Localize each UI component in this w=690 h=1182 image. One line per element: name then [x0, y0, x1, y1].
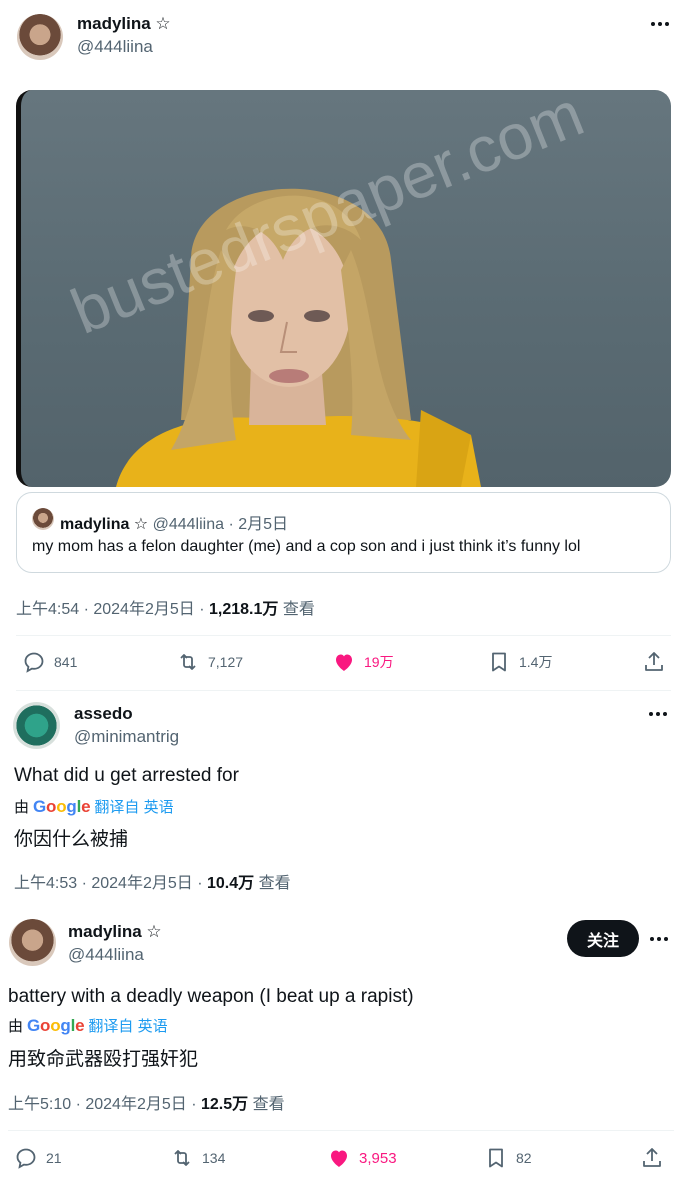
translated-by-label: 由: [14, 799, 30, 816]
share-icon: [643, 1148, 661, 1167]
avatar[interactable]: [13, 702, 60, 749]
more-icon[interactable]: [648, 12, 672, 36]
retweet-button[interactable]: 7,127: [176, 650, 243, 674]
bookmark-count: 82: [516, 1150, 532, 1166]
bookmark-button[interactable]: 1.4万: [487, 650, 552, 674]
author-name[interactable]: madylina ☆: [77, 14, 171, 34]
tweet-meta: 上午4:53 · 2024年2月5日 · 10.4万 查看: [14, 869, 291, 893]
google-logo: Google: [27, 1015, 85, 1035]
retweet-icon: [174, 1150, 190, 1166]
avatar: [32, 508, 54, 530]
share-icon: [645, 652, 663, 671]
views-label: 查看: [248, 1096, 285, 1113]
bookmark-icon: [489, 1148, 503, 1168]
view-count: 12.5万: [200, 1096, 249, 1113]
translation-text: 你因什么被捕: [14, 829, 129, 850]
like-count: 3,953: [359, 1149, 397, 1167]
follow-button[interactable]: 关注: [567, 920, 639, 957]
author-name[interactable]: assedo: [74, 704, 133, 724]
like-button[interactable]: 19万: [332, 650, 394, 674]
google-logo: Google: [33, 796, 91, 816]
avatar[interactable]: [9, 919, 56, 966]
more-icon[interactable]: [647, 927, 671, 951]
reply-icon: [16, 1148, 36, 1169]
like-icon: [331, 1150, 347, 1167]
tweet-timestamp[interactable]: 上午5:10 · 2024年2月5日 ·: [8, 1096, 201, 1113]
tweet-meta: 上午4:54 · 2024年2月5日 · 1,218.1万 查看: [16, 595, 315, 619]
author-name[interactable]: madylina ☆: [68, 922, 162, 942]
divider: [16, 690, 671, 691]
more-icon[interactable]: [646, 702, 670, 726]
like-count: 19万: [364, 654, 394, 670]
retweet-icon: [180, 654, 196, 670]
translation-text: 用致命武器殴打强奸犯: [8, 1049, 199, 1070]
quote-text: my mom has a felon daughter (me) and a c…: [32, 538, 581, 555]
translation-attribution: 由 Google 翻译自 英语: [8, 1015, 168, 1036]
quote-date: · 2月5日: [228, 516, 289, 533]
reply-count: 841: [54, 654, 78, 670]
author-handle[interactable]: @444liina: [68, 945, 144, 965]
author-handle[interactable]: @minimantrig: [74, 727, 179, 747]
retweet-count: 134: [202, 1150, 226, 1166]
view-count: 1,218.1万: [208, 601, 279, 618]
tweet-meta: 上午5:10 · 2024年2月5日 · 12.5万 查看: [8, 1090, 285, 1114]
tweet-timestamp[interactable]: 上午4:53 · 2024年2月5日 ·: [14, 875, 207, 892]
reply-text: battery with a deadly weapon (I beat up …: [8, 986, 414, 1007]
share-button[interactable]: [642, 650, 666, 674]
like-button[interactable]: 3,953: [327, 1146, 397, 1170]
like-icon: [336, 654, 352, 671]
bookmark-count: 1.4万: [519, 654, 553, 670]
translate-link[interactable]: 翻译自 英语: [94, 796, 173, 817]
retweet-count: 7,127: [208, 654, 244, 670]
share-button[interactable]: [640, 1146, 664, 1170]
author-handle[interactable]: @444liina: [77, 37, 153, 57]
tweet-timestamp[interactable]: 上午4:54 · 2024年2月5日 ·: [16, 601, 209, 618]
bookmark-icon: [492, 652, 506, 672]
bookmark-button[interactable]: 82: [484, 1146, 532, 1170]
reply-text: What did u get arrested for: [14, 765, 239, 786]
quote-author-name: madylina ☆: [60, 516, 149, 533]
views-label: 查看: [254, 875, 291, 892]
reply-button[interactable]: 21: [14, 1146, 62, 1170]
quote-tweet[interactable]: madylina ☆ @444liina · 2月5日 my mom has a…: [16, 492, 671, 573]
divider: [8, 1130, 674, 1131]
divider: [16, 635, 671, 636]
view-count: 10.4万: [206, 875, 255, 892]
translated-by-label: 由: [8, 1018, 24, 1035]
retweet-button[interactable]: 134: [170, 1146, 225, 1170]
translation-attribution: 由 Google 翻译自 英语: [14, 796, 174, 817]
avatar[interactable]: [17, 14, 63, 60]
reply-button[interactable]: 841: [22, 650, 77, 674]
translate-link[interactable]: 翻译自 英语: [88, 1015, 167, 1036]
reply-count: 21: [46, 1150, 62, 1166]
views-label: 查看: [278, 601, 315, 618]
quote-author-handle: @444liina: [152, 516, 225, 533]
tweet-photo[interactable]: bustedrspaper.com: [16, 90, 671, 487]
reply-icon: [24, 652, 44, 673]
